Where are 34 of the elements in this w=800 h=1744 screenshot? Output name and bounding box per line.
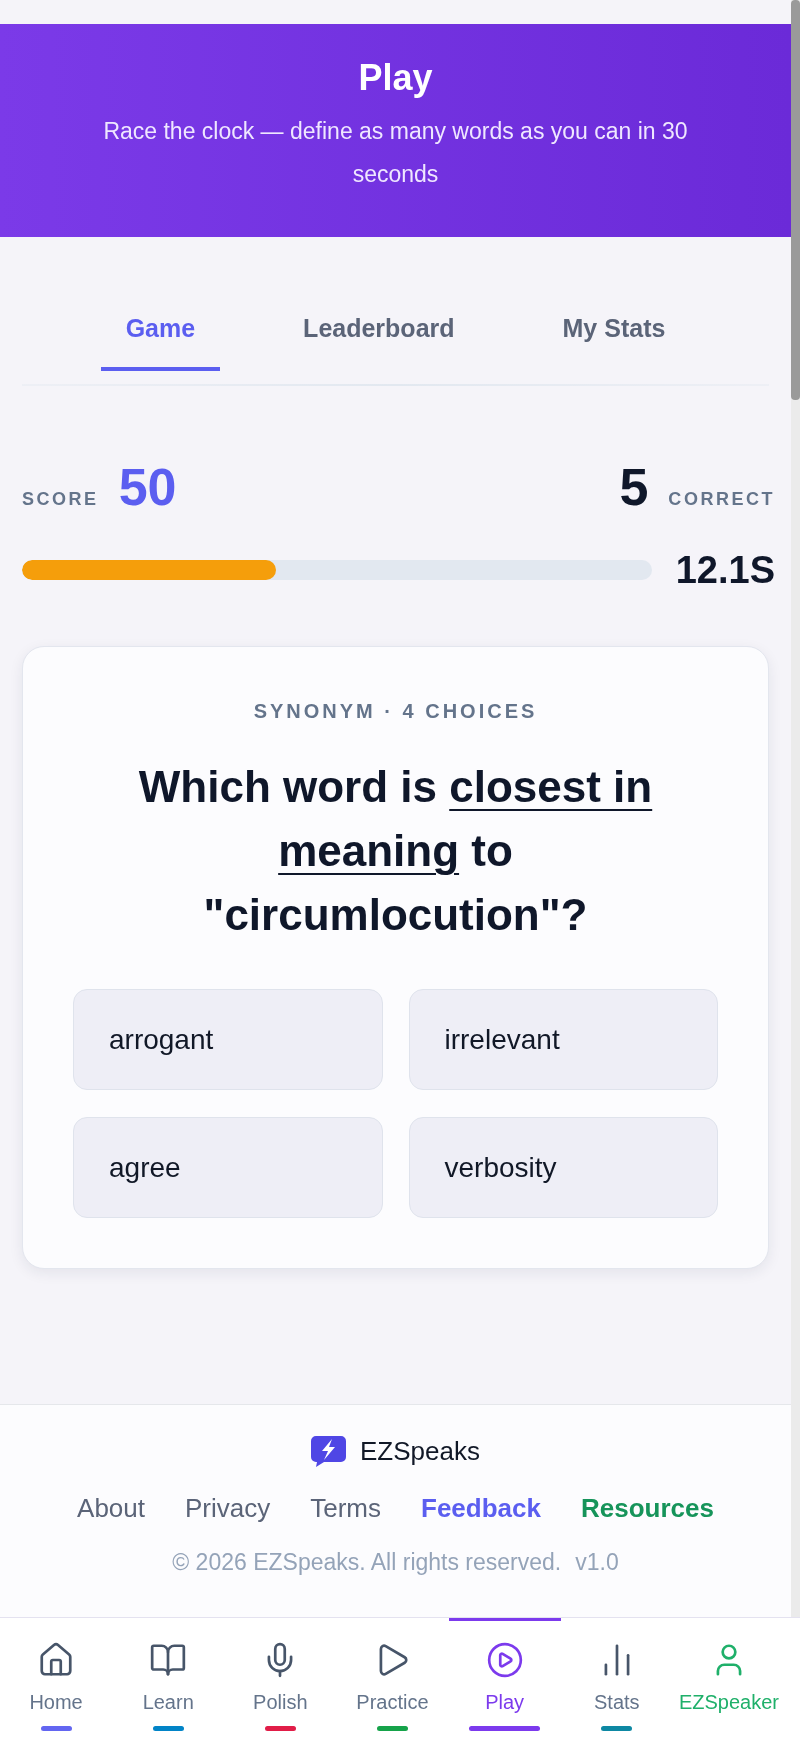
question-text: Which word is closest in meaning to "circumlocution"? — [137, 761, 654, 941]
copyright-text: © 2026 EZSpeaks. All rights reserved. — [172, 1548, 562, 1577]
nav-item[interactable]: Stats — [560, 1618, 673, 1744]
footer-link[interactable]: Feedback — [421, 1491, 541, 1525]
footer-link[interactable]: Terms — [310, 1491, 382, 1525]
answer-option[interactable]: verbosity — [408, 1117, 718, 1218]
footer-link[interactable]: About — [77, 1491, 145, 1525]
correct-count: 5 — [619, 461, 649, 513]
nav-item[interactable]: Play — [448, 1618, 561, 1744]
nav-item[interactable]: Home — [0, 1618, 113, 1744]
logo-icon — [311, 1435, 346, 1467]
footer-link[interactable]: Resources — [581, 1491, 714, 1525]
nav-item[interactable]: Polish — [224, 1618, 337, 1744]
answer-option[interactable]: irrelevant — [408, 989, 718, 1090]
tab[interactable]: Leaderboard — [278, 301, 480, 371]
correct-label: CORRECT — [668, 488, 775, 511]
tab[interactable]: Game — [100, 301, 221, 371]
page-title: Play — [358, 56, 433, 100]
brand-name: EZSpeaks — [360, 1434, 480, 1468]
timer-reading: 12.1S — [675, 548, 775, 592]
version-text: v1.0 — [575, 1548, 619, 1577]
tab[interactable]: My Stats — [537, 301, 691, 371]
footer-link[interactable]: Privacy — [185, 1491, 271, 1525]
page-subtitle: Race the clock — define as many words as you can in 30 seconds — [102, 117, 689, 189]
score-value: 50 — [118, 461, 177, 513]
answer-option[interactable]: arrogant — [73, 989, 383, 1090]
nav-item[interactable]: EZSpeaker — [672, 1618, 785, 1744]
scrollbar-thumb[interactable] — [791, 0, 800, 400]
nav-item[interactable]: Practice — [336, 1618, 449, 1744]
question-category: SYNONYM · 4 CHOICES — [253, 699, 538, 723]
nav-item[interactable]: Learn — [112, 1618, 225, 1744]
circle-play-icon — [485, 1641, 524, 1679]
answer-option[interactable]: agree — [73, 1117, 383, 1218]
score-label: SCORE — [22, 488, 99, 511]
